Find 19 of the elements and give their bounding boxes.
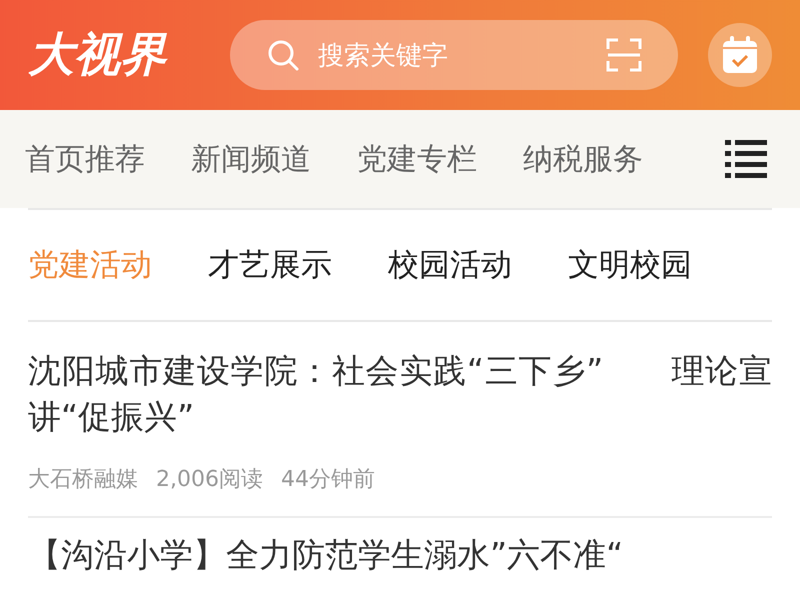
- category-tab[interactable]: 校园活动: [388, 244, 512, 286]
- read-count: 2,006阅读: [156, 466, 263, 494]
- calendar-check-icon: [722, 36, 758, 74]
- article-title[interactable]: 沈阳城市建设学院：社会实践“三下乡” 理论宣讲“促振兴”: [28, 348, 772, 440]
- publish-time: 44分钟前: [280, 466, 375, 494]
- scan-icon[interactable]: [606, 38, 642, 72]
- category-tab[interactable]: 才艺展示: [208, 244, 332, 286]
- article-source: 大石桥融媒: [28, 466, 138, 494]
- article-title[interactable]: 【沟沿小学】全力防范学生溺水”六不准“: [28, 532, 772, 578]
- channel-tab[interactable]: 新闻频道: [191, 138, 311, 180]
- search-icon: [266, 38, 300, 72]
- search-field[interactable]: 搜索关键字: [316, 38, 590, 72]
- logo: 大视界: [28, 26, 169, 83]
- category-tab[interactable]: 文明校园: [568, 244, 692, 286]
- channel-tab[interactable]: 首页推荐: [25, 138, 145, 180]
- search-bar[interactable]: 搜索关键字: [230, 20, 678, 90]
- channel-tab[interactable]: 纳税服务: [523, 138, 643, 180]
- channel-tab[interactable]: 党建专栏: [357, 138, 477, 180]
- menu-icon[interactable]: [725, 140, 767, 178]
